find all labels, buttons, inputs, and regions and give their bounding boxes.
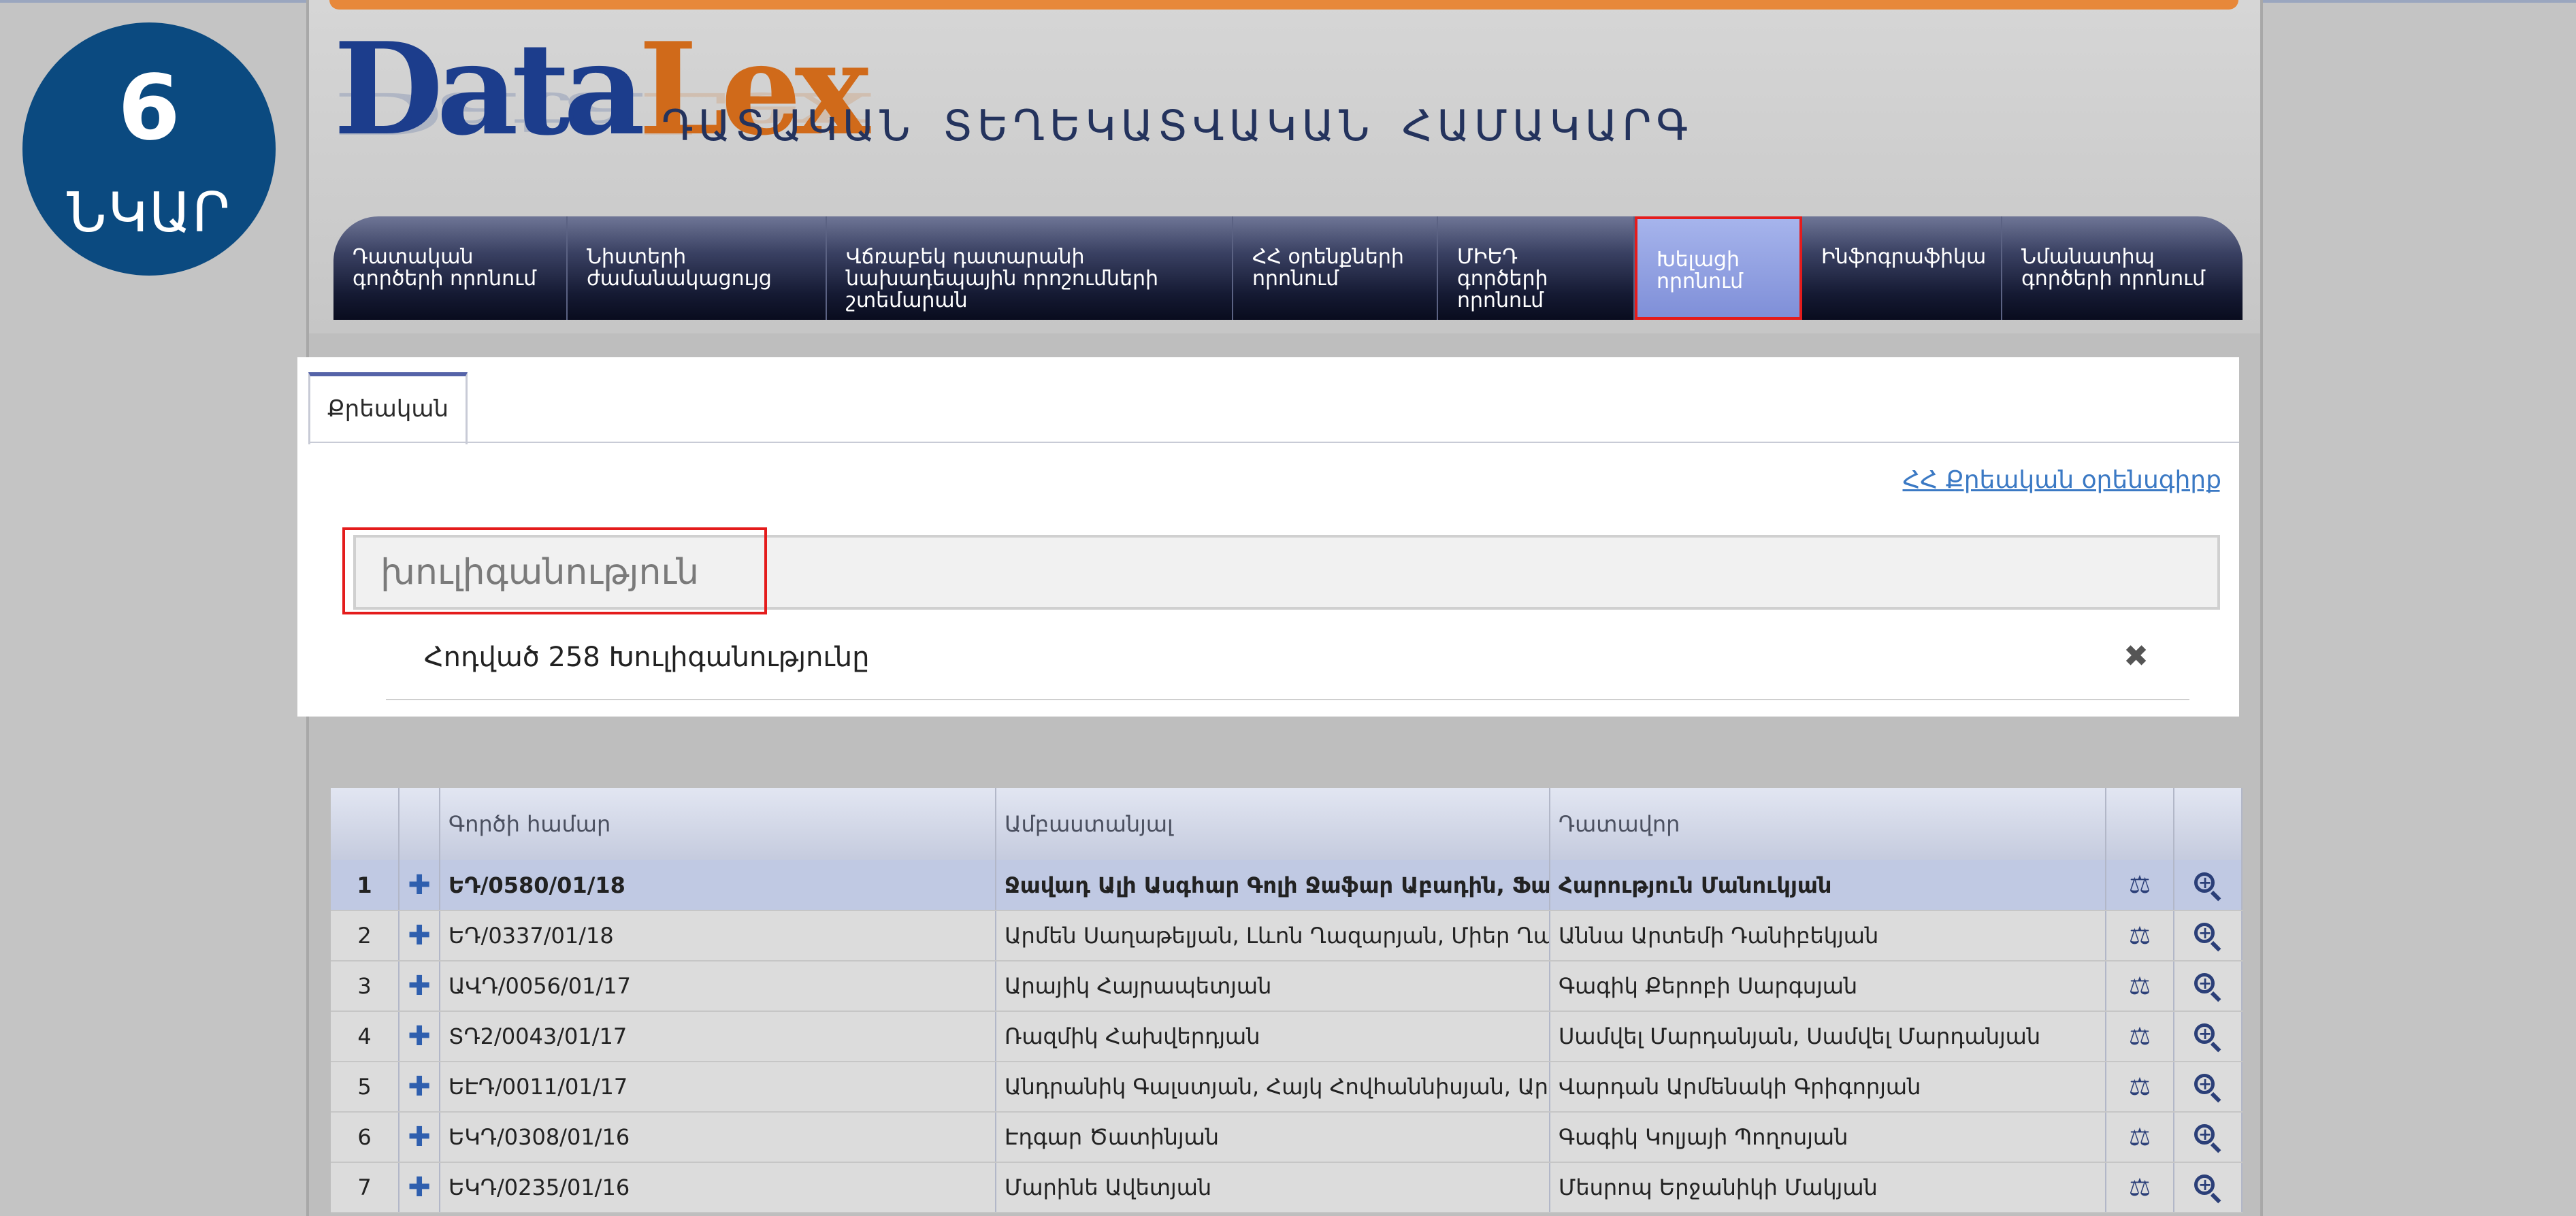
magnifier-icon[interactable]: + bbox=[2174, 961, 2243, 1012]
nav-hearing-schedule[interactable]: Նիստերի ժամանակացույց bbox=[568, 216, 827, 320]
judge: Վարդան Արմենակի Գրիգորյան bbox=[1550, 1062, 2106, 1113]
nav-smart-search[interactable]: Խելացի որոնում bbox=[1635, 216, 1802, 320]
col-header-verdict bbox=[2106, 788, 2174, 860]
table-row[interactable]: 6 ✚ ԵԿԴ/0308/01/16 Էդգար Ծատինյան Գագիկ … bbox=[331, 1112, 2243, 1163]
magnifier-icon[interactable]: + bbox=[2174, 1112, 2243, 1163]
col-header-defendant[interactable]: Ամբաստանյալ bbox=[996, 788, 1550, 860]
search-panel: Քրեական ՀՀ Քրեական օրենսգիրք Հոդված 258 … bbox=[297, 357, 2239, 717]
results-table: Գործի համար Ամբաստանյալ Դատավոր 1 ✚ ԵԴ/0… bbox=[331, 788, 2243, 1213]
search-input[interactable] bbox=[356, 538, 2217, 607]
nav-case-search[interactable]: Դատական գործերի որոնում bbox=[333, 216, 568, 320]
case-number: ԵԿԴ/0308/01/16 bbox=[440, 1112, 996, 1163]
close-icon[interactable]: ✖ bbox=[2123, 639, 2149, 674]
scales-icon[interactable]: ⚖ bbox=[2106, 860, 2174, 911]
table-row[interactable]: 5 ✚ ԵԷԴ/0011/01/17 Անդրանիկ Գալստյան, Հա… bbox=[331, 1062, 2243, 1113]
scales-icon[interactable]: ⚖ bbox=[2106, 910, 2174, 962]
scales-icon[interactable]: ⚖ bbox=[2106, 961, 2174, 1012]
scales-icon[interactable]: ⚖ bbox=[2106, 1162, 2174, 1213]
plus-icon[interactable]: ✚ bbox=[399, 1011, 440, 1062]
judge: Մեսրոպ Երջանիկի Մակյան bbox=[1550, 1162, 2106, 1213]
plus-icon[interactable]: ✚ bbox=[399, 860, 440, 911]
magnifier-icon[interactable]: + bbox=[2174, 1162, 2243, 1213]
nav-cassation-precedents[interactable]: Վճռաբեկ դատարանի նախադեպային որոշումների շ… bbox=[827, 216, 1233, 320]
case-number: ԵԷԴ/0011/01/17 bbox=[440, 1062, 996, 1113]
judge: Գագիկ Քերոբի Սարգսյան bbox=[1550, 961, 2106, 1012]
tab-divider bbox=[308, 442, 2239, 443]
magnifier-icon[interactable]: + bbox=[2174, 1062, 2243, 1113]
step-label: ՆԿԱՐ bbox=[67, 181, 231, 244]
step-number: 6 bbox=[118, 56, 180, 161]
row-index: 3 bbox=[331, 961, 400, 1012]
header-accent-strip bbox=[329, 0, 2238, 10]
search-result-item[interactable]: Հոդված 258 Խուլիգանությունը ✖ bbox=[386, 629, 2189, 700]
defendant: Մարինե Ավետյան bbox=[996, 1162, 1550, 1213]
defendant: Արմեն Սաղաթելյան, Լևոն Ղազարյան, Միեր Ղա… bbox=[996, 910, 1550, 962]
datalex-logo[interactable]: DataLex DataLex bbox=[333, 20, 870, 197]
judge: Հարություն Մանուկյան bbox=[1550, 860, 2106, 911]
table-row[interactable]: 4 ✚ ՏԴ2/0043/01/17 Ռազմիկ Հախվերդյան Սամ… bbox=[331, 1011, 2243, 1062]
nav-law-search[interactable]: ՀՀ օրենքների որոնում bbox=[1233, 216, 1438, 320]
judge: Աննա Արտեմի Դանիբեկյան bbox=[1550, 910, 2106, 962]
nav-infographics[interactable]: Ինֆոգրաֆիկա bbox=[1802, 216, 2002, 320]
magnifier-icon[interactable]: + bbox=[2174, 860, 2243, 911]
criminal-code-link[interactable]: ՀՀ Քրեական օրենսգիրք bbox=[1903, 466, 2222, 494]
col-header-index bbox=[331, 788, 400, 860]
row-index: 5 bbox=[331, 1062, 400, 1113]
plus-icon[interactable]: ✚ bbox=[399, 1162, 440, 1213]
judge: Գագիկ Կոլյայի Պողոսյան bbox=[1550, 1112, 2106, 1163]
magnifier-icon[interactable]: + bbox=[2174, 1011, 2243, 1062]
search-result-label: Հոդված 258 Խուլիգանությունը bbox=[424, 642, 870, 673]
row-index: 2 bbox=[331, 910, 400, 962]
nav-echr-search[interactable]: ՄԻԵԴ գործերի որոնում bbox=[1438, 216, 1635, 320]
col-header-judge[interactable]: Դատավոր bbox=[1550, 788, 2106, 860]
case-number: ԱՎԴ/0056/01/17 bbox=[440, 961, 996, 1012]
table-row[interactable]: 2 ✚ ԵԴ/0337/01/18 Արմեն Սաղաթելյան, Լևոն… bbox=[331, 910, 2243, 962]
site-title: ԴԱՏԱԿԱՆ ՏԵՂԵԿԱՏՎԱԿԱՆ ՀԱՄԱԿԱՐԳ bbox=[662, 101, 1693, 150]
col-header-expand bbox=[399, 788, 440, 860]
tab-criminal[interactable]: Քրեական bbox=[308, 372, 468, 444]
defendant: Ռազմիկ Հախվերդյան bbox=[996, 1011, 1550, 1062]
row-index: 7 bbox=[331, 1162, 400, 1213]
judge: Սամվել Մարդանյան, Սամվել Մարդանյան bbox=[1550, 1011, 2106, 1062]
magnifier-icon[interactable]: + bbox=[2174, 910, 2243, 962]
table-header-row: Գործի համար Ամբաստանյալ Դատավոր bbox=[331, 788, 2243, 860]
table-row[interactable]: 1 ✚ ԵԴ/0580/01/18 Ջավադ Ալի Ասգհար Գոլի … bbox=[331, 860, 2243, 911]
defendant: Անդրանիկ Գալստյան, Հայկ Հովհաննիսյան, Ար… bbox=[996, 1062, 1550, 1113]
row-index: 1 bbox=[331, 860, 400, 911]
main-nav: Դատական գործերի որոնում Նիստերի ժամանակացո… bbox=[333, 216, 2243, 320]
header: DataLex DataLex ԴԱՏԱԿԱՆ ՏԵՂԵԿԱՏՎԱԿԱՆ ՀԱՄ… bbox=[309, 0, 2260, 333]
step-badge: 6 ՆԿԱՐ bbox=[22, 22, 276, 276]
case-number: ԵԿԴ/0235/01/16 bbox=[440, 1162, 996, 1213]
plus-icon[interactable]: ✚ bbox=[399, 961, 440, 1012]
defendant: Արայիկ Հայրապետյան bbox=[996, 961, 1550, 1012]
plus-icon[interactable]: ✚ bbox=[399, 1112, 440, 1163]
nav-similar-cases[interactable]: Նմանատիպ գործերի որոնում bbox=[2002, 216, 2243, 320]
plus-icon[interactable]: ✚ bbox=[399, 910, 440, 962]
row-index: 4 bbox=[331, 1011, 400, 1062]
case-number: ԵԴ/0337/01/18 bbox=[440, 910, 996, 962]
defendant: Ջավադ Ալի Ասգհար Գոլի Ջաֆար Աբադին, Ֆարշ… bbox=[996, 860, 1550, 911]
table-row[interactable]: 7 ✚ ԵԿԴ/0235/01/16 Մարինե Ավետյան Մեսրոպ… bbox=[331, 1162, 2243, 1213]
scales-icon[interactable]: ⚖ bbox=[2106, 1112, 2174, 1163]
search-box bbox=[353, 535, 2220, 610]
plus-icon[interactable]: ✚ bbox=[399, 1062, 440, 1113]
row-index: 6 bbox=[331, 1112, 400, 1163]
table-row[interactable]: 3 ✚ ԱՎԴ/0056/01/17 Արայիկ Հայրապետյան Գա… bbox=[331, 961, 2243, 1012]
case-number: ՏԴ2/0043/01/17 bbox=[440, 1011, 996, 1062]
col-header-view bbox=[2174, 788, 2243, 860]
case-number: ԵԴ/0580/01/18 bbox=[440, 860, 996, 911]
col-header-case-number[interactable]: Գործի համար bbox=[440, 788, 996, 860]
scales-icon[interactable]: ⚖ bbox=[2106, 1062, 2174, 1113]
scales-icon[interactable]: ⚖ bbox=[2106, 1011, 2174, 1062]
defendant: Էդգար Ծատինյան bbox=[996, 1112, 1550, 1163]
